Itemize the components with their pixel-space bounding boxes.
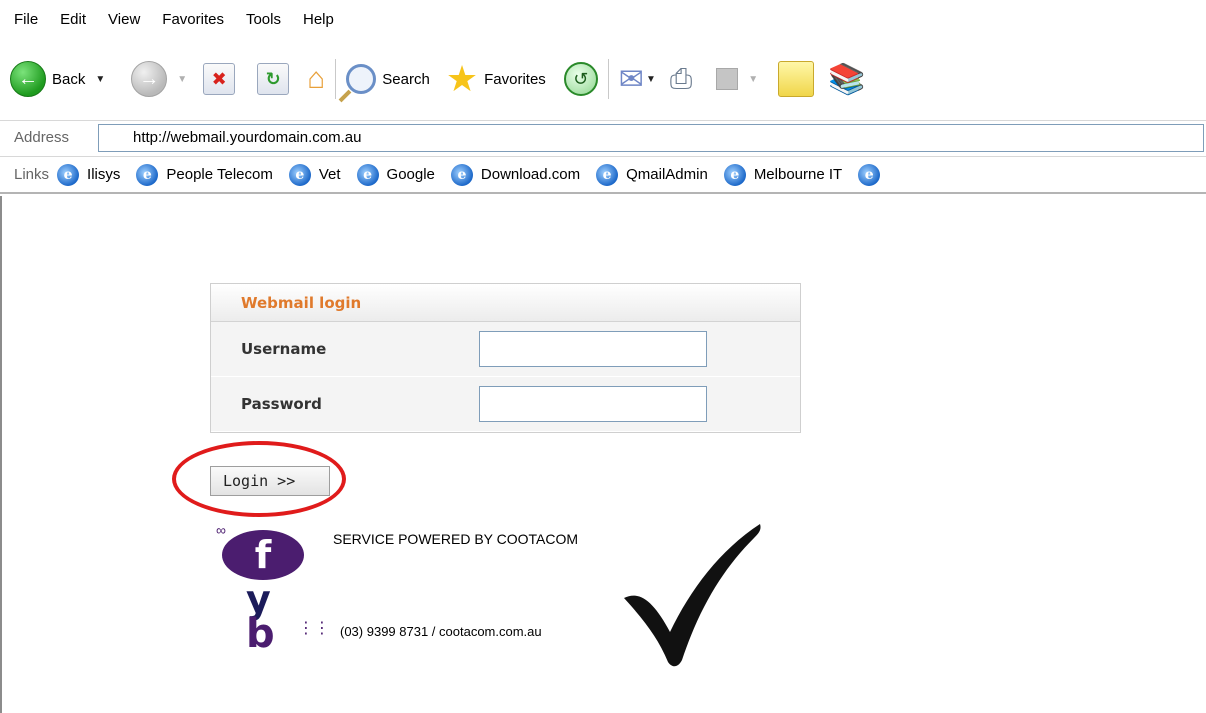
toolbar-divider bbox=[607, 59, 609, 99]
link-google[interactable]: e Google bbox=[356, 163, 435, 186]
logo-f-mark: f bbox=[222, 530, 304, 580]
menu-tools[interactable]: Tools bbox=[246, 11, 281, 28]
search-button[interactable]: Search bbox=[346, 57, 430, 101]
address-input[interactable]: http://webmail.yourdomain.com.au bbox=[98, 123, 1204, 152]
menu-edit[interactable]: Edit bbox=[60, 11, 86, 28]
menu-view[interactable]: View bbox=[108, 11, 140, 28]
toolbar: ← Back ▼ → ▼ ✖ ↻ ⌂ Search ★ Favorites ↺ … bbox=[0, 38, 1206, 120]
forward-button[interactable]: → ▼ bbox=[131, 57, 187, 101]
login-panel: Webmail login Username Password bbox=[210, 283, 801, 433]
mail-button[interactable]: ✉ ▼ bbox=[619, 57, 656, 101]
back-icon: ← bbox=[10, 61, 46, 97]
powered-by-text: SERVICE POWERED BY COOTACOM bbox=[333, 531, 579, 547]
stop-button[interactable]: ✖ bbox=[203, 57, 236, 101]
link-label: Vet bbox=[318, 166, 341, 183]
page-viewport bbox=[0, 196, 1206, 713]
back-dropdown-icon[interactable]: ▼ bbox=[95, 74, 105, 85]
favorites-star-icon: ★ bbox=[445, 58, 479, 99]
mail-icon: ✉ bbox=[618, 62, 644, 96]
print-icon: ⎙ bbox=[669, 62, 693, 94]
link-download-com[interactable]: e Download.com bbox=[450, 163, 581, 186]
menu-file[interactable]: File bbox=[14, 11, 38, 28]
stop-icon: ✖ bbox=[203, 63, 236, 95]
favorites-button[interactable]: ★ Favorites bbox=[446, 57, 546, 101]
logo-dots-icon: ⋮⋮ bbox=[298, 620, 330, 637]
link-label: Ilisys bbox=[87, 166, 121, 183]
contact-text: (03) 9399 8731 / cootacom.com.au bbox=[340, 624, 542, 639]
toolbar-divider bbox=[335, 59, 337, 99]
menu-favorites[interactable]: Favorites bbox=[162, 11, 224, 28]
ie-page-icon: e bbox=[57, 163, 80, 186]
login-button[interactable]: Login >> bbox=[210, 466, 330, 496]
favorites-label: Favorites bbox=[484, 70, 546, 88]
login-heading: Webmail login bbox=[211, 284, 800, 322]
edit-icon bbox=[716, 68, 739, 90]
password-label: Password bbox=[241, 395, 322, 413]
mail-dropdown-icon[interactable]: ▼ bbox=[646, 74, 656, 85]
address-bar: Address http://webmail.yourdomain.com.au bbox=[0, 120, 1206, 154]
ie-page-icon: e bbox=[288, 163, 311, 186]
link-ilisys[interactable]: e Ilisys bbox=[57, 163, 121, 186]
username-row: Username bbox=[211, 322, 800, 377]
refresh-icon: ↻ bbox=[257, 63, 290, 95]
link-overflow[interactable]: e bbox=[858, 163, 888, 186]
password-row: Password bbox=[211, 377, 800, 432]
link-melbourne-it[interactable]: e Melbourne IT bbox=[723, 163, 843, 186]
back-button[interactable]: ← Back ▼ bbox=[10, 57, 105, 101]
ie-page-icon: e bbox=[723, 163, 746, 186]
ie-page-icon: e bbox=[356, 163, 379, 186]
link-people-telecom[interactable]: e People Telecom bbox=[136, 163, 273, 186]
menu-help[interactable]: Help bbox=[303, 11, 334, 28]
print-button[interactable]: ⎙ bbox=[670, 57, 692, 101]
forward-icon: → bbox=[131, 61, 168, 97]
edit-button[interactable]: ▼ bbox=[716, 57, 758, 101]
ie-page-icon: e bbox=[858, 163, 881, 186]
cootacom-logo: ∞ f y b ⋮⋮ bbox=[216, 522, 330, 662]
home-button[interactable]: ⌂ bbox=[307, 57, 325, 101]
username-label: Username bbox=[241, 340, 327, 358]
ie-page-icon: e bbox=[136, 163, 159, 186]
history-icon: ↺ bbox=[563, 62, 598, 96]
links-label: Links bbox=[14, 166, 50, 183]
link-label: QmailAdmin bbox=[626, 166, 708, 183]
search-label: Search bbox=[382, 70, 430, 88]
research-button[interactable]: 📚 bbox=[828, 57, 865, 101]
password-input[interactable] bbox=[479, 386, 707, 422]
search-icon bbox=[346, 64, 377, 94]
ie-page-icon: e bbox=[450, 163, 473, 186]
logo-flourish-icon: ∞ bbox=[216, 522, 226, 538]
refresh-button[interactable]: ↻ bbox=[257, 57, 290, 101]
forward-dropdown-icon[interactable]: ▼ bbox=[177, 74, 187, 85]
checkmark-icon bbox=[624, 524, 761, 667]
link-label: Melbourne IT bbox=[753, 166, 843, 183]
notes-icon bbox=[778, 61, 815, 97]
history-button[interactable]: ↺ bbox=[563, 57, 598, 101]
edit-dropdown-icon[interactable]: ▼ bbox=[748, 74, 758, 85]
link-vet[interactable]: e Vet bbox=[288, 163, 341, 186]
home-icon: ⌂ bbox=[307, 62, 326, 95]
username-input[interactable] bbox=[479, 331, 707, 367]
research-icon: 📚 bbox=[828, 62, 866, 96]
links-bar: Links e Ilisys e People Telecom e Vet e Goog… bbox=[0, 156, 1206, 194]
link-qmailadmin[interactable]: e QmailAdmin bbox=[596, 163, 708, 186]
ie-page-icon: e bbox=[596, 163, 619, 186]
back-label: Back bbox=[52, 70, 86, 88]
logo-b-mark: b bbox=[246, 611, 275, 657]
link-label: People Telecom bbox=[166, 166, 273, 183]
address-label: Address bbox=[14, 129, 70, 146]
notes-button[interactable] bbox=[778, 57, 815, 101]
menu-bar: File Edit View Favorites Tools Help bbox=[0, 0, 1206, 38]
link-label: Google bbox=[386, 166, 435, 183]
link-label: Download.com bbox=[480, 166, 581, 183]
